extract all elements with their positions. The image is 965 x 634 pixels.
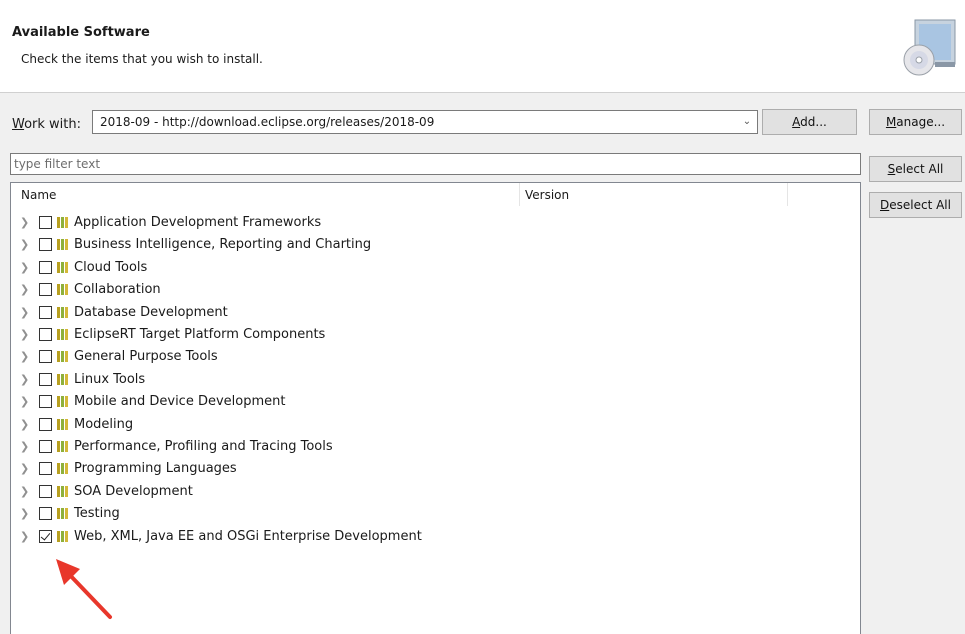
- item-checkbox[interactable]: [39, 350, 52, 364]
- tree-item-label: Application Development Frameworks: [74, 215, 322, 230]
- tree-item[interactable]: ❯ Application Development Frameworks: [11, 212, 860, 234]
- item-checkbox[interactable]: [39, 283, 52, 297]
- chevron-right-icon[interactable]: ❯: [20, 373, 29, 386]
- software-tree[interactable]: Name Version ❯ Application Development Fr…: [10, 182, 861, 634]
- feature-group-icon: [57, 217, 69, 228]
- column-header-version[interactable]: Version: [525, 188, 569, 202]
- tree-item[interactable]: ❯ Business Intelligence, Reporting and Ch…: [11, 234, 860, 256]
- feature-group-icon: [57, 508, 69, 520]
- chevron-right-icon[interactable]: ❯: [20, 462, 29, 475]
- column-header-name[interactable]: Name: [21, 188, 56, 202]
- tree-item-label: General Purpose Tools: [74, 349, 218, 365]
- page-subtitle: Check the items that you wish to install…: [21, 52, 263, 66]
- item-checkbox[interactable]: [39, 507, 52, 521]
- manage-button[interactable]: Manage...: [869, 109, 962, 135]
- item-checkbox[interactable]: [39, 305, 52, 319]
- item-checkbox[interactable]: [39, 395, 52, 409]
- item-checkbox[interactable]: [39, 529, 52, 543]
- tree-item[interactable]: ❯ General Purpose Tools: [11, 346, 860, 368]
- tree-item-label: Web, XML, Java EE and OSGi Enterprise De…: [74, 528, 422, 544]
- tree-item[interactable]: ❯ Programming Languages: [11, 458, 860, 480]
- tree-item-label: Mobile and Device Development: [74, 394, 286, 410]
- tree-item-label: Programming Languages: [74, 461, 237, 477]
- tree-item[interactable]: ❯ Linux Tools: [11, 369, 860, 391]
- chevron-right-icon[interactable]: ❯: [20, 395, 29, 408]
- chevron-down-icon[interactable]: ⌄: [741, 116, 753, 128]
- select-all-button[interactable]: Select All: [869, 156, 962, 182]
- tree-item[interactable]: ❯ Cloud Tools: [11, 257, 860, 279]
- tree-item[interactable]: ❯ Web, XML, Java EE and OSGi Enterprise D…: [11, 526, 860, 548]
- tree-item[interactable]: ❯ Testing: [11, 503, 860, 525]
- item-checkbox[interactable]: [39, 417, 52, 431]
- dialog-header: Available Software Check the items that …: [0, 0, 965, 92]
- tree-item-label: Business Intelligence, Reporting and Cha…: [74, 237, 372, 253]
- filter-input[interactable]: type filter text: [10, 153, 861, 175]
- feature-group-icon: [57, 351, 69, 363]
- chevron-right-icon[interactable]: ❯: [20, 261, 29, 274]
- tree-item-label: Cloud Tools: [74, 259, 148, 275]
- annotation-arrow-icon: [56, 559, 112, 619]
- item-checkbox[interactable]: [39, 260, 52, 274]
- page-title: Available Software: [12, 25, 150, 40]
- deselect-all-button[interactable]: Deselect All: [869, 192, 962, 218]
- chevron-right-icon[interactable]: ❯: [20, 238, 29, 251]
- feature-group-icon: [57, 530, 69, 542]
- work-with-value: 2018-09 - http://download.eclipse.org/re…: [100, 115, 435, 129]
- chevron-right-icon[interactable]: ❯: [20, 530, 29, 543]
- chevron-right-icon[interactable]: ❯: [20, 328, 29, 341]
- chevron-right-icon[interactable]: ❯: [20, 350, 29, 363]
- table-header: Name Version: [11, 183, 860, 206]
- feature-group-icon: [57, 284, 69, 296]
- tree-item-label: Testing: [74, 506, 120, 522]
- tree-item[interactable]: ❯ Mobile and Device Development: [11, 391, 860, 413]
- item-checkbox[interactable]: [39, 440, 52, 453]
- feature-group-icon: [57, 418, 69, 430]
- item-checkbox[interactable]: [39, 328, 52, 341]
- tree-item[interactable]: ❯ Modeling: [11, 414, 860, 436]
- feature-group-icon: [57, 261, 69, 273]
- work-with-label: Work with:: [12, 117, 82, 132]
- chevron-right-icon[interactable]: ❯: [20, 440, 29, 453]
- feature-group-icon: [57, 239, 69, 251]
- chevron-right-icon[interactable]: ❯: [20, 485, 29, 498]
- tree-item[interactable]: ❯ Database Development: [11, 302, 860, 324]
- item-checkbox[interactable]: [39, 462, 52, 476]
- item-checkbox[interactable]: [39, 216, 52, 229]
- tree-item-label: Collaboration: [74, 282, 161, 298]
- chevron-right-icon[interactable]: ❯: [20, 418, 29, 431]
- column-divider[interactable]: [519, 183, 520, 206]
- feature-group-icon: [57, 306, 69, 318]
- item-checkbox[interactable]: [39, 238, 52, 252]
- tree-item[interactable]: ❯ Collaboration: [11, 279, 860, 301]
- feature-group-icon: [57, 396, 69, 408]
- tree-item-label: Modeling: [74, 416, 134, 432]
- tree-item-label: Linux Tools: [74, 371, 146, 387]
- column-divider[interactable]: [787, 183, 788, 206]
- item-checkbox[interactable]: [39, 372, 52, 386]
- feature-group-icon: [57, 373, 69, 385]
- feature-group-icon: [57, 463, 69, 475]
- tree-item-label: Performance, Profiling and Tracing Tools: [74, 439, 333, 454]
- tree-item[interactable]: ❯ Performance, Profiling and Tracing Tool…: [11, 436, 860, 458]
- chevron-right-icon[interactable]: ❯: [20, 283, 29, 296]
- tree-item-label: Database Development: [74, 304, 228, 320]
- feature-group-icon: [57, 485, 69, 497]
- feature-group-icon: [57, 441, 69, 452]
- chevron-right-icon[interactable]: ❯: [20, 216, 29, 229]
- work-with-combo[interactable]: 2018-09 - http://download.eclipse.org/re…: [92, 110, 758, 134]
- add-button[interactable]: Add...: [762, 109, 857, 135]
- tree-item-label: EclipseRT Target Platform Components: [74, 327, 326, 342]
- install-software-icon: [903, 19, 956, 76]
- feature-group-icon: [57, 329, 69, 340]
- chevron-right-icon[interactable]: ❯: [20, 507, 29, 520]
- item-checkbox[interactable]: [39, 484, 52, 498]
- chevron-right-icon[interactable]: ❯: [20, 306, 29, 319]
- tree-item[interactable]: ❯ SOA Development: [11, 481, 860, 503]
- filter-placeholder: type filter text: [14, 157, 101, 171]
- tree-item[interactable]: ❯ EclipseRT Target Platform Components: [11, 324, 860, 346]
- tree-item-label: SOA Development: [74, 483, 193, 499]
